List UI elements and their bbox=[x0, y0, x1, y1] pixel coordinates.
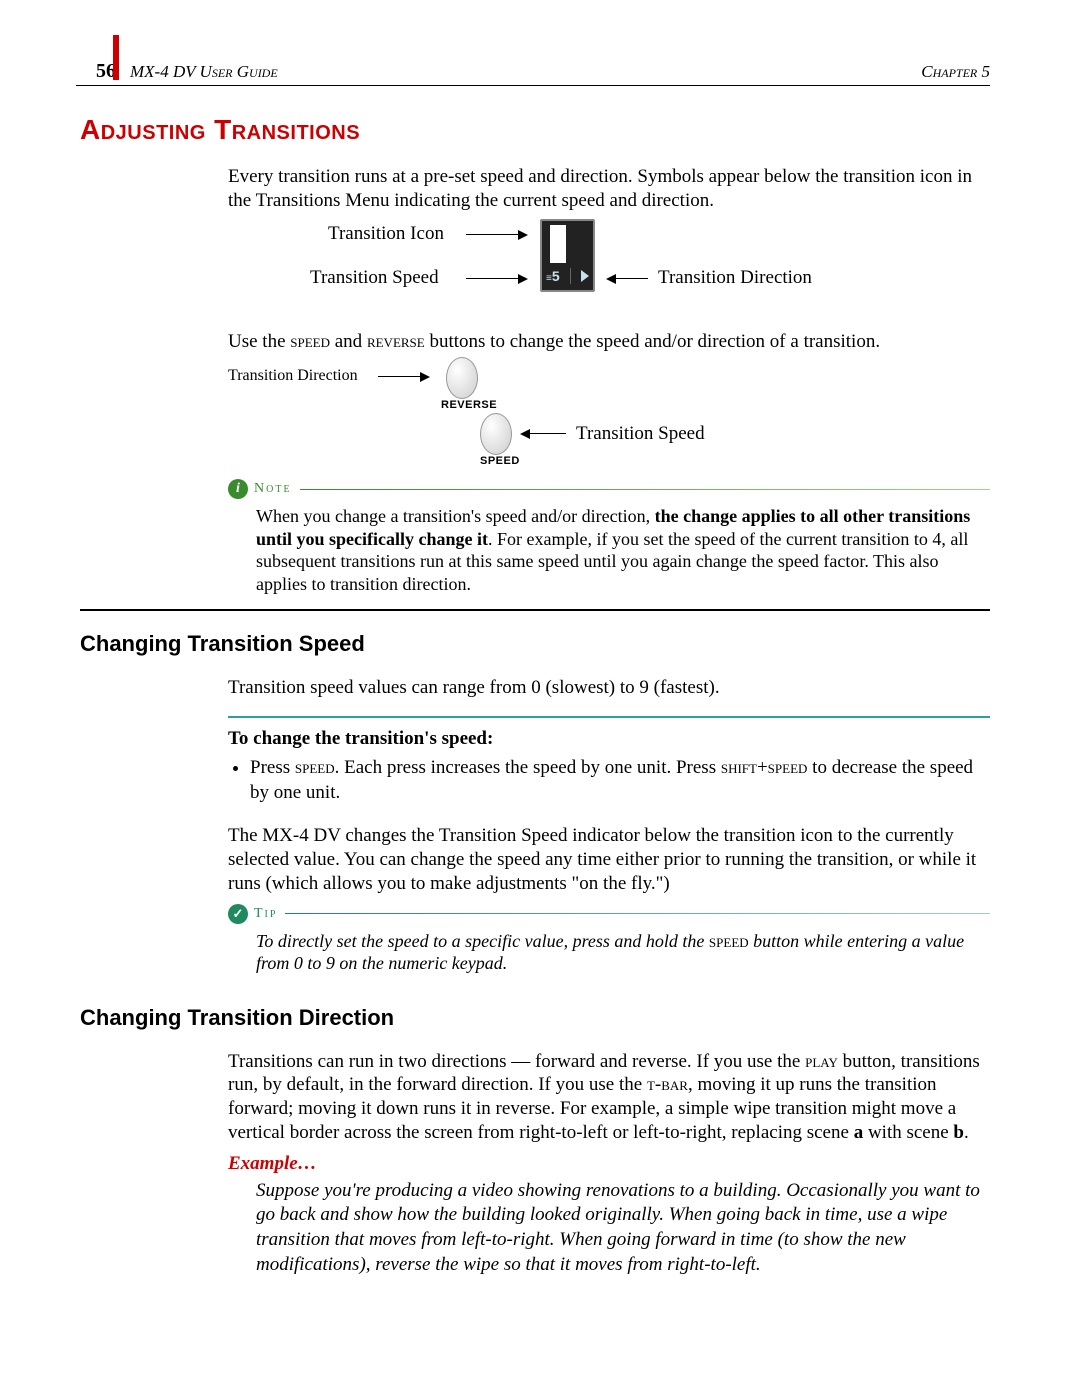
scene-b: b bbox=[953, 1122, 964, 1143]
direction-arrow-icon bbox=[581, 270, 589, 282]
key-reverse: reverse bbox=[367, 331, 425, 352]
header-accent-bar bbox=[113, 35, 119, 80]
wipe-icon bbox=[550, 225, 566, 263]
procedure-list: Press speed. Each press increases the sp… bbox=[228, 756, 990, 805]
note-rule bbox=[300, 489, 990, 490]
transition-icon-diagram: Transition Icon Transition Speed ≡5 Tran… bbox=[228, 221, 990, 311]
key-tbar: t-bar bbox=[647, 1074, 688, 1095]
d2-label-speed: Transition Speed bbox=[576, 423, 705, 445]
d2-label-direction: Transition Direction bbox=[228, 367, 358, 385]
procedure-rule bbox=[228, 716, 990, 718]
tip-label: Tip bbox=[254, 906, 277, 922]
arrow-direction bbox=[608, 278, 648, 279]
example-label: Example… bbox=[228, 1153, 990, 1175]
page: 56 MX-4 DV User Guide Chapter 5 Adjustin… bbox=[0, 0, 1080, 1367]
arrow-speed bbox=[466, 278, 526, 279]
use-buttons-line: Use the speed and reverse buttons to cha… bbox=[228, 330, 990, 354]
procedure-step: Press speed. Each press increases the sp… bbox=[250, 756, 990, 805]
example-body: Suppose you're producing a video showing… bbox=[256, 1179, 990, 1278]
section-title: Adjusting Transitions bbox=[80, 114, 990, 146]
intro-paragraph: Every transition runs at a pre-set speed… bbox=[228, 165, 990, 213]
check-icon: ✓ bbox=[228, 904, 248, 924]
tip-box: ✓ Tip To directly set the speed to a spe… bbox=[228, 904, 990, 975]
key-play: play bbox=[805, 1051, 838, 1072]
note-body: When you change a transition's speed and… bbox=[256, 505, 990, 595]
note-header: i Note bbox=[228, 479, 990, 499]
speed-behavior-paragraph: The MX-4 DV changes the Transition Speed… bbox=[228, 824, 990, 895]
scene-a: a bbox=[854, 1122, 864, 1143]
chapter-label: Chapter 5 bbox=[921, 62, 990, 82]
reverse-button-illustration bbox=[446, 357, 478, 399]
tip-rule bbox=[285, 913, 990, 914]
icon-footer: ≡5 bbox=[546, 266, 589, 286]
transition-icon-preview: ≡5 bbox=[540, 219, 595, 292]
key-speed-3: speed bbox=[709, 931, 749, 951]
key-speed-2: speed bbox=[295, 757, 335, 778]
direction-paragraph: Transitions can run in two directions — … bbox=[228, 1050, 990, 1145]
info-icon: i bbox=[228, 479, 248, 499]
label-transition-direction: Transition Direction bbox=[658, 267, 812, 289]
page-number: 56 bbox=[76, 60, 130, 83]
caption-speed: SPEED bbox=[480, 455, 520, 467]
speed-readout: ≡5 bbox=[546, 268, 560, 284]
label-transition-icon: Transition Icon bbox=[328, 223, 444, 245]
speed-range-line: Transition speed values can range from 0… bbox=[228, 676, 990, 700]
section-divider bbox=[80, 609, 990, 611]
note-label: Note bbox=[254, 481, 292, 497]
d2-arrow-reverse bbox=[378, 376, 428, 377]
arrow-icon bbox=[466, 234, 526, 235]
tip-body: To directly set the speed to a specific … bbox=[256, 930, 990, 975]
subhead-direction: Changing Transition Direction bbox=[80, 1005, 990, 1031]
subhead-speed: Changing Transition Speed bbox=[80, 631, 990, 657]
page-header: 56 MX-4 DV User Guide Chapter 5 bbox=[76, 60, 990, 86]
procedure-heading: To change the transition's speed: bbox=[228, 728, 990, 750]
key-speed: speed bbox=[290, 331, 330, 352]
buttons-diagram: Transition Direction REVERSE SPEED Trans… bbox=[228, 361, 990, 469]
tip-header: ✓ Tip bbox=[228, 904, 990, 924]
key-shift-speed: shift+speed bbox=[721, 757, 808, 778]
caption-reverse: REVERSE bbox=[441, 399, 497, 411]
label-transition-speed: Transition Speed bbox=[310, 267, 439, 289]
speed-button-illustration bbox=[480, 413, 512, 455]
note-box: i Note When you change a transition's sp… bbox=[228, 479, 990, 595]
guide-title: MX-4 DV User Guide bbox=[130, 62, 921, 82]
d2-arrow-speed bbox=[522, 433, 566, 434]
